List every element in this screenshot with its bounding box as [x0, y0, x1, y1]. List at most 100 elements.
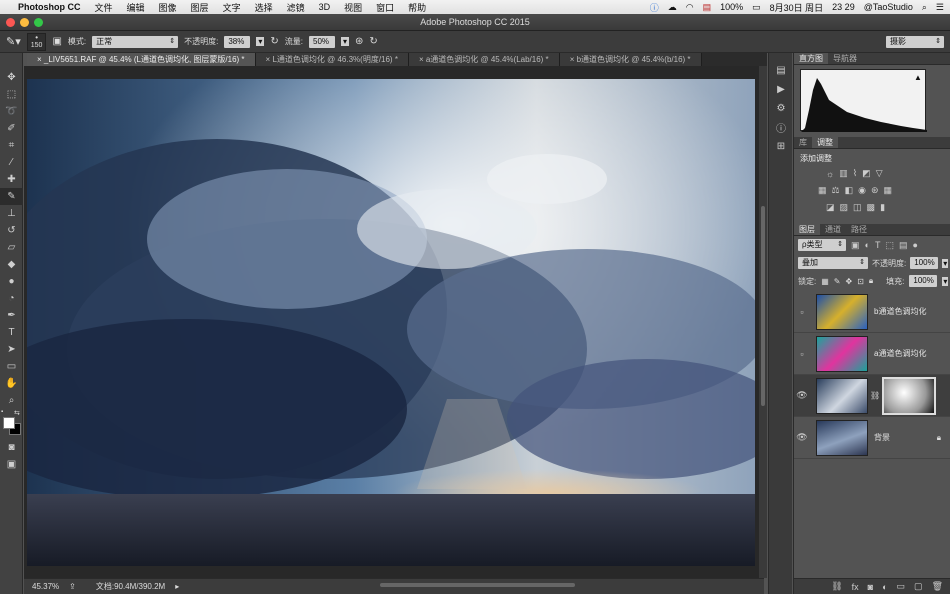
info-panel-icon[interactable]: ⓘ [769, 118, 793, 137]
delete-layer-icon[interactable]: 🗑︎ [932, 581, 943, 592]
filter-smart-icon[interactable]: ▤ [899, 240, 908, 251]
layer-opacity-input[interactable]: 100% [910, 257, 939, 269]
path-select-tool-icon[interactable]: ➤ [0, 341, 23, 358]
layer-row[interactable]: ▫ b通道色调均化 [794, 291, 950, 333]
visibility-toggle[interactable]: ▫ [794, 307, 810, 317]
marquee-tool-icon[interactable]: ⬚ [0, 86, 23, 103]
vertical-scrollbar[interactable] [759, 66, 767, 578]
battery-icon[interactable]: ▭ [752, 2, 761, 13]
foreground-color-swatch[interactable] [3, 417, 15, 429]
default-colors-icon[interactable]: ▪ [1, 409, 3, 415]
zoom-level[interactable]: 45.37% [32, 582, 59, 591]
vibrance-icon[interactable]: ▽ [876, 168, 883, 179]
history-brush-tool-icon[interactable]: ↺ [0, 222, 23, 239]
tab-document-3[interactable]: × a通道色调均化 @ 45.4%(Lab/16) * [408, 53, 560, 66]
black-white-icon[interactable]: ◧ [845, 185, 854, 196]
document-canvas-image[interactable] [27, 79, 755, 566]
healing-brush-tool-icon[interactable]: ✚ [0, 171, 23, 188]
hue-saturation-icon[interactable]: ▦ [818, 185, 827, 196]
link-layers-icon[interactable]: ⛓︎ [831, 581, 842, 592]
fill-input[interactable]: 100% [909, 275, 938, 287]
photo-filter-icon[interactable]: ◉ [858, 185, 866, 196]
history-panel-icon[interactable]: ▤ [769, 61, 793, 80]
properties-panel-icon[interactable]: ⚙ [769, 99, 793, 118]
selective-color-icon[interactable]: ▩ [867, 202, 876, 213]
layer-style-icon[interactable]: fx [852, 582, 859, 592]
rectangle-tool-icon[interactable]: ▭ [0, 358, 23, 375]
filter-toggle-icon[interactable]: ● [912, 240, 917, 250]
menu-edit[interactable]: 编辑 [127, 1, 145, 14]
paint-bucket-tool-icon[interactable]: ◆ [0, 256, 23, 273]
visibility-toggle[interactable]: ▫ [794, 349, 810, 359]
lock-position-icon[interactable]: ✥ [846, 277, 853, 286]
eraser-tool-icon[interactable]: ▱ [0, 239, 23, 256]
layer-row-background[interactable]: 👁︎ 背景 🔒︎ [794, 417, 950, 459]
add-mask-icon[interactable]: ◙ [868, 582, 873, 592]
levels-icon[interactable]: ▥ [839, 168, 848, 179]
menu-type[interactable]: 文字 [223, 1, 241, 14]
layer-filter-select[interactable]: ρ类型 [798, 239, 846, 251]
minimize-window-button[interactable] [20, 18, 29, 27]
export-icon[interactable]: ⇪ [69, 582, 76, 591]
lasso-tool-icon[interactable]: ➰ [0, 103, 23, 120]
new-group-icon[interactable]: ▭ [897, 581, 906, 592]
tab-adjustments[interactable]: 调整 [812, 137, 838, 148]
mode-select[interactable]: 正常 [92, 35, 179, 48]
flag-icon[interactable]: ▤ [703, 2, 712, 13]
zoom-tool-icon[interactable]: ⌕ [0, 392, 23, 409]
filter-adjust-icon[interactable]: ◐ [865, 240, 870, 250]
pressure-opacity-icon[interactable]: ↻ [270, 36, 278, 47]
brush-preset-picker[interactable]: • 150 [26, 32, 47, 51]
menu-filter[interactable]: 滤镜 [287, 1, 305, 14]
menu-help[interactable]: 帮助 [408, 1, 426, 14]
layer-mask-thumbnail[interactable] [882, 376, 937, 415]
blur-tool-icon[interactable]: ● [0, 273, 23, 290]
tab-channels[interactable]: 通道 [820, 224, 846, 235]
menu-window[interactable]: 窗口 [376, 1, 394, 14]
color-balance-icon[interactable]: ⚖ [832, 185, 840, 196]
eyedropper-tool-icon[interactable]: ⁄ [0, 154, 23, 171]
tab-histogram[interactable]: 直方图 [794, 53, 828, 64]
toolbar-grip[interactable] [0, 53, 22, 69]
tab-document-1[interactable]: × _LIV5651.RAF @ 45.4% (L通道色调均化, 图层蒙版/16… [27, 53, 256, 66]
clock-date[interactable]: 8月30日 周日 [770, 1, 824, 14]
fill-dropdown-icon[interactable]: ▾ [942, 276, 949, 286]
close-tab-icon[interactable]: × [570, 55, 577, 64]
brush-panel-icon[interactable]: ▣ [52, 36, 61, 47]
clone-stamp-tool-icon[interactable]: ⊥ [0, 205, 23, 222]
layer-opacity-dropdown-icon[interactable]: ▾ [942, 258, 949, 268]
tab-layers[interactable]: 图层 [794, 224, 820, 235]
vertical-scroll-thumb[interactable] [761, 206, 765, 406]
invert-icon[interactable]: ◪ [826, 202, 835, 213]
layer-thumbnail[interactable] [816, 293, 868, 330]
tab-libraries[interactable]: 库 [794, 137, 812, 148]
layer-row[interactable]: ▫ a通道色调均化 [794, 333, 950, 375]
layer-name[interactable]: a通道色调均化 [874, 348, 926, 359]
screen-mode-icon[interactable]: ▣ [0, 456, 23, 473]
layer-name[interactable]: b通道色调均化 [874, 306, 926, 317]
exposure-icon[interactable]: ◩ [862, 168, 871, 179]
filter-pixel-icon[interactable]: ▣ [851, 240, 860, 251]
close-tab-icon[interactable]: × [37, 55, 44, 64]
menu-select[interactable]: 选择 [255, 1, 273, 14]
horizontal-scroll-thumb[interactable] [380, 583, 575, 587]
info-icon[interactable]: ⓘ [650, 1, 659, 14]
opacity-input[interactable]: 38% [224, 35, 251, 48]
brush-tool-icon[interactable]: ✎ [0, 188, 23, 205]
eye-icon[interactable]: 👁︎ [794, 432, 810, 443]
threshold-icon[interactable]: ◫ [853, 202, 862, 213]
close-tab-icon[interactable]: × [419, 55, 426, 64]
status-menu-arrow-icon[interactable]: ▸ [175, 582, 179, 591]
tool-presets-icon[interactable]: ⊞ [769, 137, 793, 156]
opacity-dropdown-icon[interactable]: ▾ [256, 37, 265, 46]
search-icon[interactable]: ⌕ [922, 2, 927, 13]
curves-icon[interactable]: ⌇ [853, 168, 857, 179]
gradient-map-icon[interactable]: ▮ [880, 202, 885, 213]
swap-colors-icon[interactable]: ⇆ [14, 409, 20, 417]
new-layer-icon[interactable]: ▢ [914, 581, 923, 592]
list-icon[interactable]: ☰ [936, 2, 944, 13]
wifi-icon[interactable]: ◠ [686, 2, 694, 13]
hand-tool-icon[interactable]: ✋ [0, 375, 23, 392]
menu-file[interactable]: 文件 [95, 1, 113, 14]
menu-3d[interactable]: 3D [319, 2, 331, 12]
